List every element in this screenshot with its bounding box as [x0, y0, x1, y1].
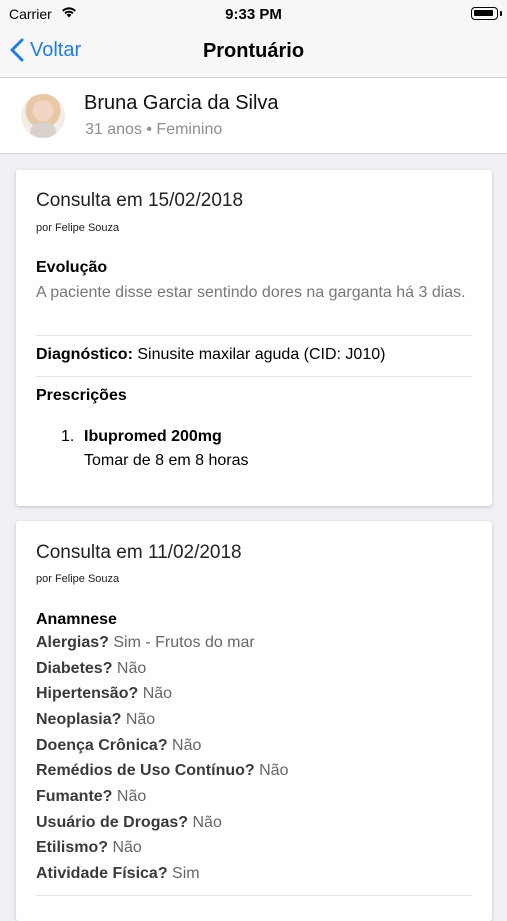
anamnesis-row: Doença Crônica? Não	[36, 737, 201, 755]
divider	[36, 895, 472, 896]
consultation-card: Consulta em 11/02/2018 por Felipe Souza …	[16, 521, 492, 921]
avatar	[21, 94, 65, 138]
anamnesis-answer: Não	[259, 762, 289, 779]
anamnesis-answer: Sim - Frutos do mar	[113, 634, 255, 651]
anamnesis-question: Diabetes?	[36, 660, 113, 677]
anamnesis-row: Fumante? Não	[36, 788, 146, 806]
evolution-text: A paciente disse estar sentindo dores na…	[36, 284, 466, 301]
anamnesis-question: Usuário de Drogas?	[36, 814, 189, 831]
patient-meta: 31 anos • Feminino	[85, 121, 223, 138]
diagnosis-value: Sinusite maxilar aguda (CID: J010)	[137, 346, 386, 363]
anamnesis-label: Anamnese	[36, 611, 117, 628]
anamnesis-question: Remédios de Uso Contínuo?	[36, 762, 255, 779]
anamnesis-row: Neoplasia? Não	[36, 711, 155, 729]
consultation-author: por Felipe Souza	[36, 222, 120, 234]
anamnesis-answer: Não	[112, 839, 142, 856]
anamnesis-question: Alergias?	[36, 634, 109, 651]
anamnesis-question: Etilismo?	[36, 839, 109, 856]
patient-header: Bruna Garcia da Silva 31 anos • Feminino	[0, 78, 507, 154]
anamnesis-answer: Não	[172, 737, 202, 754]
prescription-instructions: Tomar de 8 em 8 horas	[84, 452, 249, 469]
anamnesis-row: Etilismo? Não	[36, 839, 142, 857]
anamnesis-question: Hipertensão?	[36, 685, 139, 702]
anamnesis-question: Atividade Física?	[36, 865, 168, 882]
anamnesis-answer: Não	[192, 814, 222, 831]
anamnesis-question: Doença Crônica?	[36, 737, 168, 754]
prescription-number: 1.	[61, 428, 75, 445]
anamnesis-answer: Não	[116, 788, 147, 805]
evolution-label: Evolução	[36, 259, 108, 276]
anamnesis-question: Fumante?	[36, 788, 113, 805]
anamnesis-row: Usuário de Drogas? Não	[36, 814, 222, 832]
anamnesis-row: Alergias? Sim - Frutos do mar	[36, 634, 255, 652]
page-title: Prontuário	[202, 40, 305, 62]
anamnesis-answer: Sim	[172, 865, 200, 882]
patient-name: Bruna Garcia da Silva	[84, 92, 279, 114]
status-bar: Carrier 9:33 PM	[0, 0, 507, 28]
anamnesis-answer: Não	[125, 711, 156, 728]
anamnesis-answer: Não	[116, 660, 147, 677]
battery-tip	[500, 11, 502, 16]
consultation-card: Consulta em 15/02/2018 por Felipe Souza …	[16, 170, 492, 506]
diagnosis-label: Diagnóstico:	[36, 346, 133, 363]
consultation-author: por Felipe Souza	[36, 573, 120, 585]
anamnesis-row: Diabetes? Não	[36, 660, 146, 678]
status-time: 9:33 PM	[225, 6, 282, 23]
divider	[36, 335, 472, 336]
anamnesis-row: Atividade Física? Sim	[36, 865, 200, 883]
anamnesis-row: Remédios de Uso Contínuo? Não	[36, 762, 288, 780]
battery-icon	[471, 7, 498, 20]
diagnosis: Diagnóstico: Sinusite maxilar aguda (CID…	[36, 346, 385, 364]
consultation-title: Consulta em 11/02/2018	[36, 542, 242, 563]
anamnesis-row: Hipertensão? Não	[36, 685, 172, 703]
prescriptions-label: Prescrições	[36, 387, 127, 404]
anamnesis-question: Neoplasia?	[36, 711, 122, 728]
navigation-bar: Voltar Prontuário	[0, 28, 507, 78]
prescription-name: Ibupromed 200mg	[84, 428, 222, 445]
anamnesis-answer: Não	[142, 685, 173, 702]
consultation-title: Consulta em 15/02/2018	[36, 190, 244, 211]
divider	[36, 376, 472, 377]
